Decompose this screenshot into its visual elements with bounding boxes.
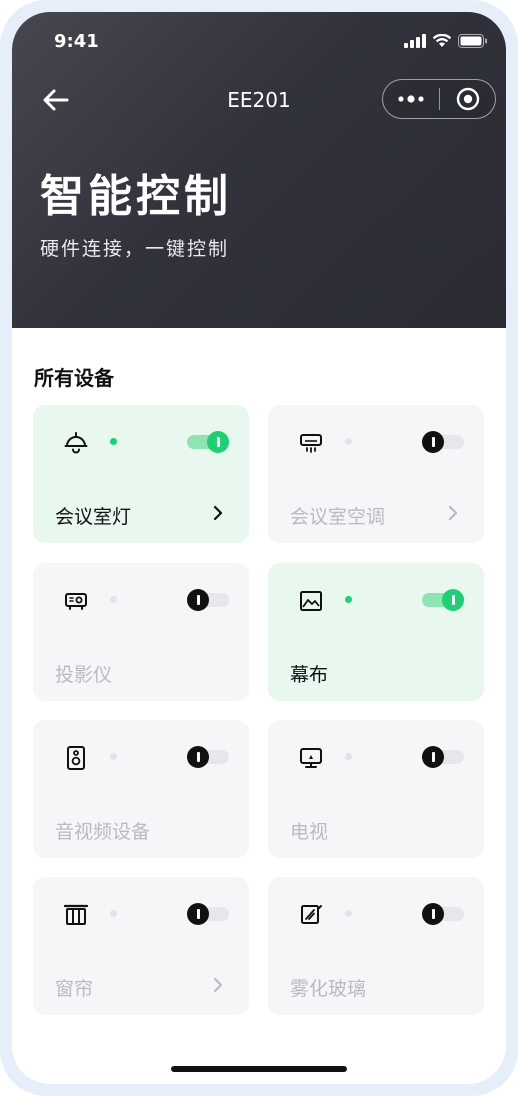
status-dot <box>110 753 117 760</box>
section-title: 所有设备 <box>34 366 114 390</box>
device-card-av-equipment[interactable]: 音视频设备 <box>33 720 249 858</box>
signal-icon <box>404 34 426 48</box>
power-toggle[interactable] <box>422 746 464 768</box>
air-conditioner-icon <box>300 434 322 453</box>
chevron-right-icon[interactable] <box>211 976 225 994</box>
more-button[interactable] <box>383 80 439 118</box>
status-dot <box>110 910 117 917</box>
device-name: 电视 <box>290 821 329 843</box>
status-dot <box>345 438 352 445</box>
device-name: 音视频设备 <box>55 821 151 843</box>
curtain-icon <box>63 904 89 925</box>
tv-icon <box>300 748 322 768</box>
wifi-icon <box>432 34 452 47</box>
page-subtitle: 硬件连接，一键控制 <box>40 238 230 260</box>
lamp-icon <box>64 432 88 454</box>
power-toggle[interactable] <box>422 903 464 925</box>
status-time: 9:41 <box>54 31 99 52</box>
device-name: 幕布 <box>290 664 329 686</box>
device-name: 会议室灯 <box>55 506 132 528</box>
power-toggle[interactable] <box>187 903 229 925</box>
more-icon <box>398 95 424 103</box>
status-dot <box>345 753 352 760</box>
device-card-meeting-light[interactable]: 会议室灯 <box>33 405 249 543</box>
device-card-air-conditioner[interactable]: 会议室空调 <box>268 405 484 543</box>
device-card-curtain[interactable]: 窗帘 <box>33 877 249 1015</box>
chevron-right-icon[interactable] <box>446 504 460 522</box>
header: 9:41 EE201 智能控制 硬件连接，一键控制 <box>12 12 506 328</box>
device-card-smart-glass[interactable]: 雾化玻璃 <box>268 877 484 1015</box>
battery-icon <box>458 34 487 48</box>
device-name: 雾化玻璃 <box>290 978 367 1000</box>
power-toggle[interactable] <box>422 431 464 453</box>
home-indicator <box>171 1066 347 1072</box>
power-toggle[interactable] <box>187 431 229 453</box>
device-name: 会议室空调 <box>290 506 386 528</box>
page-title: 智能控制 <box>40 171 232 222</box>
power-toggle[interactable] <box>187 589 229 611</box>
close-miniprogram-button[interactable] <box>440 80 495 118</box>
status-dot <box>110 596 117 603</box>
status-dot <box>345 910 352 917</box>
status-dot <box>345 596 352 603</box>
phone-screen: 9:41 EE201 智能控制 硬件连接，一键控制 所有设备 会议室灯 会议室空… <box>12 12 506 1084</box>
mini-program-capsule <box>382 79 496 119</box>
device-name: 投影仪 <box>55 664 113 686</box>
target-icon <box>456 87 479 111</box>
status-icons <box>404 34 488 48</box>
status-dot <box>110 438 117 445</box>
chevron-right-icon[interactable] <box>211 504 225 522</box>
power-toggle[interactable] <box>422 589 464 611</box>
screen-icon <box>300 591 322 611</box>
power-toggle[interactable] <box>187 746 229 768</box>
device-card-tv[interactable]: 电视 <box>268 720 484 858</box>
glass-icon <box>301 905 322 924</box>
device-card-projector[interactable]: 投影仪 <box>33 563 249 701</box>
device-card-screen[interactable]: 幕布 <box>268 563 484 701</box>
speaker-icon <box>67 746 85 770</box>
projector-icon <box>65 593 87 610</box>
device-name: 窗帘 <box>55 978 94 1000</box>
